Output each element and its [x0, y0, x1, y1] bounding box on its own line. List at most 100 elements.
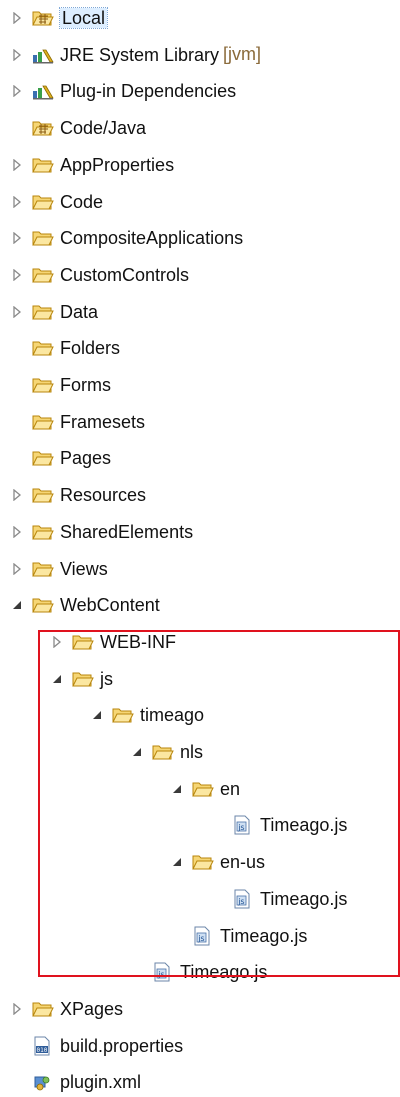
expand-arrow-icon[interactable] [10, 84, 24, 98]
tree-item[interactable]: AppProperties [0, 150, 400, 180]
tree-item-label: Timeago.js [260, 815, 348, 836]
expand-arrow-icon[interactable] [10, 1002, 24, 1016]
collapse-arrow-icon[interactable] [170, 782, 184, 796]
library-icon [32, 45, 54, 65]
properties-file-icon: 010 [32, 1036, 54, 1056]
svg-text:js: js [157, 970, 164, 979]
folder-icon [32, 192, 54, 212]
tree-item-label: Data [60, 301, 99, 322]
tree-item[interactable]: js Timeago.js [0, 884, 400, 914]
tree-item-label: Local [58, 7, 109, 29]
expand-arrow-icon[interactable] [10, 231, 24, 245]
collapse-arrow-icon[interactable] [90, 708, 104, 722]
tree-item[interactable]: 010 build.properties [0, 1031, 400, 1061]
tree-item[interactable]: nls [0, 737, 400, 767]
folder-icon [72, 669, 94, 689]
folder-icon [32, 559, 54, 579]
tree-item-label: build.properties [60, 1035, 184, 1056]
js-file-icon: js [232, 815, 254, 835]
tree-item-label: Timeago.js [260, 888, 348, 909]
tree-item-label: Resources [60, 485, 147, 506]
tree-item[interactable]: WEB-INF [0, 627, 400, 657]
tree-item[interactable]: XPages [0, 994, 400, 1024]
tree-item-label: WebContent [60, 595, 160, 616]
svg-text:010: 010 [37, 1047, 48, 1054]
tree-item[interactable]: Code/Java [0, 113, 400, 143]
tree-item[interactable]: Plug-in Dependencies [0, 76, 400, 106]
tree-item[interactable]: Framesets [0, 407, 400, 437]
tree-item[interactable]: en-us [0, 847, 400, 877]
collapse-arrow-icon[interactable] [50, 672, 64, 686]
tree-item-label: Pages [60, 448, 112, 469]
collapse-arrow-icon[interactable] [170, 855, 184, 869]
folder-icon [32, 228, 54, 248]
expand-arrow-icon[interactable] [10, 488, 24, 502]
tree-item-label: AppProperties [60, 154, 175, 175]
tree-item[interactable]: Forms [0, 370, 400, 400]
expand-arrow-icon[interactable] [10, 48, 24, 62]
svg-text:js: js [197, 934, 204, 943]
collapse-arrow-icon[interactable] [130, 745, 144, 759]
tree-item[interactable]: CustomControls [0, 260, 400, 290]
tree-item[interactable]: Folders [0, 333, 400, 363]
expand-arrow-icon[interactable] [10, 11, 24, 25]
collapse-arrow-icon[interactable] [10, 598, 24, 612]
folder-icon [32, 412, 54, 432]
tree-item[interactable]: plugin.xml [0, 1067, 400, 1097]
tree-item-label: Code [60, 191, 104, 212]
js-file-icon: js [152, 962, 174, 982]
tree-item[interactable]: js Timeago.js [0, 957, 400, 987]
tree-item[interactable]: JRE System Library [jvm] [0, 40, 400, 70]
expand-arrow-icon[interactable] [50, 635, 64, 649]
tree-item[interactable]: en [0, 774, 400, 804]
js-file-icon: js [232, 889, 254, 909]
folder-icon [152, 742, 174, 762]
tree-item-label: js [100, 668, 113, 689]
tree-item[interactable]: Pages [0, 443, 400, 473]
folder-icon [32, 302, 54, 322]
tree-item[interactable]: timeago [0, 700, 400, 730]
tree-item[interactable]: Local [0, 3, 400, 33]
folder-icon [32, 448, 54, 468]
tree-item-label: en-us [220, 852, 266, 873]
expand-arrow-icon[interactable] [10, 195, 24, 209]
folder-icon [32, 595, 54, 615]
tree-item[interactable]: js [0, 664, 400, 694]
folder-icon [32, 265, 54, 285]
folder-icon [32, 375, 54, 395]
tree-item-label: Views [60, 558, 108, 579]
folder-icon [32, 338, 54, 358]
folder-icon [72, 632, 94, 652]
expand-arrow-icon[interactable] [10, 268, 24, 282]
tree-item[interactable]: Resources [0, 480, 400, 510]
tree-item[interactable]: SharedElements [0, 517, 400, 547]
tree-item[interactable]: js Timeago.js [0, 810, 400, 840]
tree-item[interactable]: WebContent [0, 590, 400, 620]
tree-item-label: Framesets [60, 411, 146, 432]
expand-arrow-icon[interactable] [10, 305, 24, 319]
tree-item[interactable]: Data [0, 297, 400, 327]
tree-item-label: nls [180, 742, 204, 762]
expand-arrow-icon[interactable] [10, 158, 24, 172]
tree-item[interactable]: js Timeago.js [0, 921, 400, 951]
tree-item[interactable]: Code [0, 187, 400, 217]
tree-item-label: XPages [60, 998, 124, 1019]
tree-item-label: JRE System Library [60, 44, 220, 65]
expand-arrow-icon[interactable] [10, 525, 24, 539]
tree-item-label: timeago [140, 705, 205, 726]
tree-item-label: en [220, 778, 241, 799]
tree-item-label: Forms [60, 375, 111, 395]
tree-item-label: plugin.xml [60, 1072, 142, 1093]
expand-arrow-icon[interactable] [10, 562, 24, 576]
tree-item[interactable]: CompositeApplications [0, 223, 400, 253]
tree-item[interactable]: Views [0, 554, 400, 584]
folder-icon [32, 999, 54, 1019]
folder-icon [192, 779, 214, 799]
